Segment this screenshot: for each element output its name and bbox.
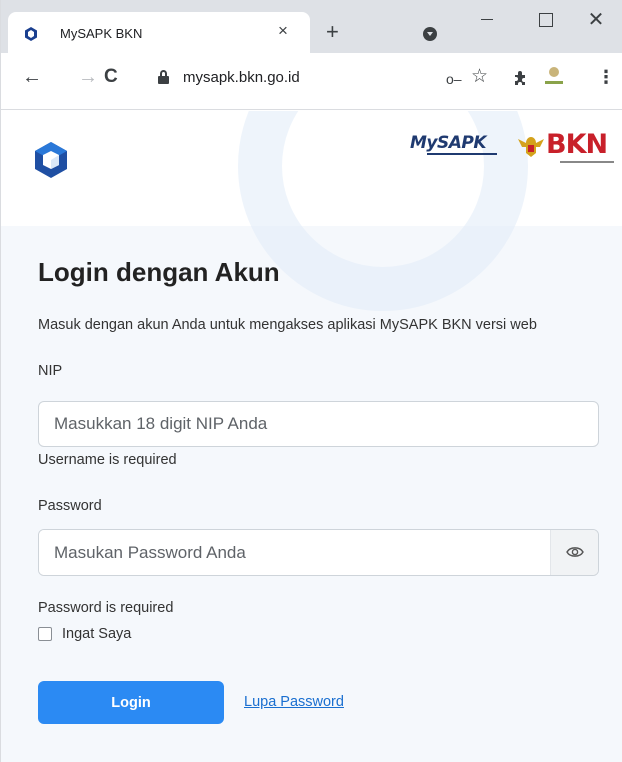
browser-titlebar: MySAPK BKN × + ✕ xyxy=(0,0,622,53)
app-logo xyxy=(35,142,67,178)
window-close-button[interactable]: ✕ xyxy=(572,0,620,40)
profile-avatar[interactable] xyxy=(542,65,566,89)
browser-toolbar: ← → C mysapk.bkn.go.id o‒ ☆ ⋮ xyxy=(0,53,622,110)
page-title: Login dengan Akun xyxy=(38,257,280,287)
minimize-button[interactable] xyxy=(465,0,513,40)
window-border xyxy=(0,0,1,762)
nip-error-message: Username is required xyxy=(38,452,177,468)
key-icon[interactable]: o‒ xyxy=(446,71,462,87)
password-input-group xyxy=(38,529,599,576)
browser-tab[interactable] xyxy=(8,12,310,53)
remember-label[interactable]: Ingat Saya xyxy=(62,626,131,642)
password-input[interactable] xyxy=(39,530,549,575)
tab-close-icon[interactable]: × xyxy=(278,22,288,40)
tab-title: MySAPK BKN xyxy=(60,26,143,41)
star-icon[interactable]: ☆ xyxy=(471,67,488,87)
nip-input[interactable] xyxy=(38,401,599,447)
login-subtitle: Masuk dengan akun Anda untuk mengakses a… xyxy=(38,317,537,333)
back-button[interactable]: ← xyxy=(22,67,42,87)
maximize-button[interactable] xyxy=(516,0,564,40)
lock-icon[interactable] xyxy=(158,70,169,84)
eye-icon xyxy=(566,547,584,557)
show-password-button[interactable] xyxy=(550,530,598,575)
mysapk-logo: MySAPK xyxy=(410,133,505,155)
bkn-logo: BKN xyxy=(516,131,616,171)
new-tab-button[interactable]: + xyxy=(326,21,339,43)
extension-icon[interactable] xyxy=(512,69,530,87)
login-button[interactable]: Login xyxy=(38,681,224,724)
password-error-message: Password is required xyxy=(38,600,174,616)
garuda-icon xyxy=(518,137,544,157)
forward-button[interactable]: → xyxy=(78,67,98,87)
address-bar[interactable]: mysapk.bkn.go.id xyxy=(183,69,300,86)
reload-button[interactable]: C xyxy=(104,67,118,87)
remember-checkbox[interactable] xyxy=(38,627,52,641)
password-label: Password xyxy=(38,498,102,514)
nip-label: NIP xyxy=(38,363,63,379)
browser-menu-icon[interactable]: ⋮ xyxy=(597,67,615,87)
app-favicon-icon xyxy=(25,27,37,41)
forgot-password-link[interactable]: Lupa Password xyxy=(244,694,344,710)
tab-search-icon[interactable] xyxy=(423,27,437,41)
page-content: MySAPK BKN Login dengan Akun Masuk denga… xyxy=(0,111,622,762)
